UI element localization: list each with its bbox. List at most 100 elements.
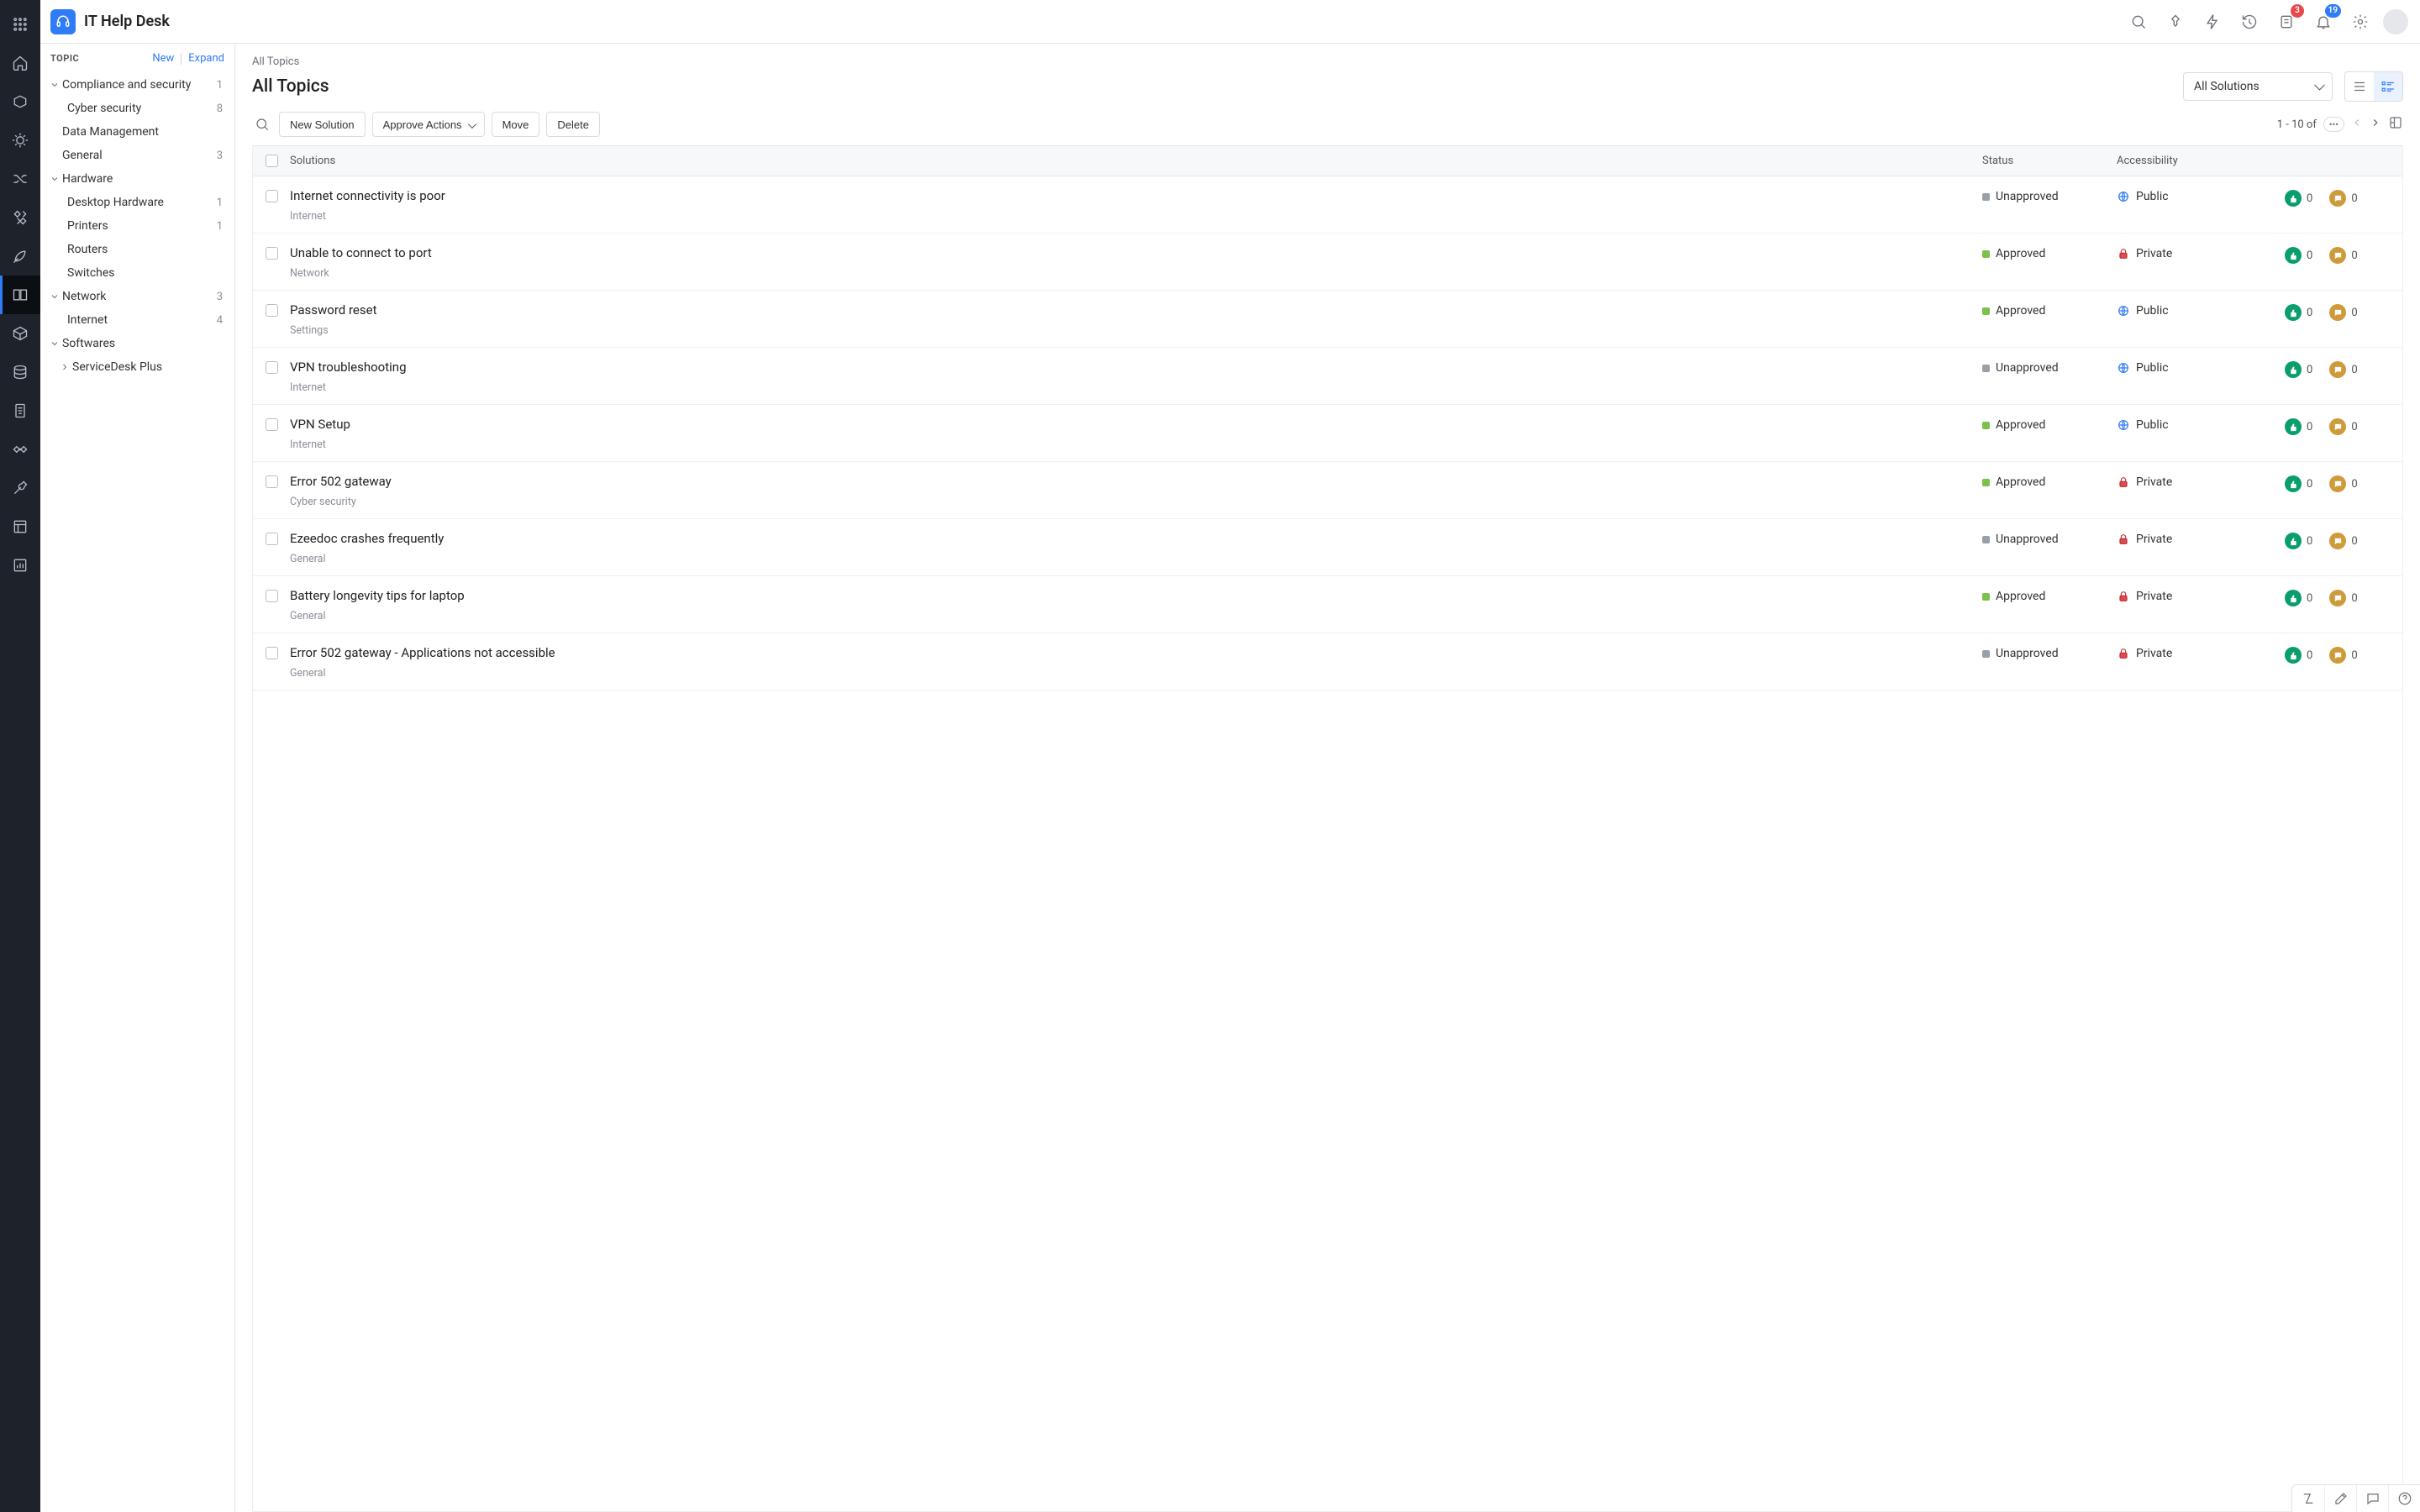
help-icon[interactable] [2388,1485,2420,1512]
table-row[interactable]: Battery longevity tips for laptopGeneral… [253,576,2402,633]
comment-icon [2329,190,2346,207]
pin-icon[interactable] [2161,8,2190,36]
globe-icon [2117,190,2130,203]
topic-tree-item[interactable]: Compliance and security1 [42,73,229,97]
table-row[interactable]: Internet connectivity is poorInternetUna… [253,176,2402,234]
select-all-checkbox[interactable] [266,155,278,167]
topic-tree-item[interactable]: Internet4 [42,308,229,332]
topic-expand-link[interactable]: Expand [188,52,224,65]
breadcrumb[interactable]: All Topics [252,55,2403,68]
topic-tree-item[interactable]: General3 [42,144,229,167]
layout-icon[interactable] [0,507,40,546]
reports-icon[interactable] [0,546,40,585]
topic-tree-item[interactable]: Routers [42,238,229,261]
move-button[interactable]: Move [492,112,540,137]
database-icon[interactable] [0,353,40,391]
row-checkbox[interactable] [266,418,278,431]
chevron-down-icon[interactable] [47,339,62,349]
chevron-down-icon[interactable] [47,80,62,90]
status-label: Approved [1996,418,2045,432]
apps-grid-icon[interactable] [0,5,40,44]
solution-title[interactable]: Unable to connect to port [290,245,1974,260]
row-checkbox[interactable] [266,475,278,488]
topic-tree-item[interactable]: Desktop Hardware1 [42,191,229,214]
receipt-icon[interactable] [0,391,40,430]
status-label: Unapproved [1996,190,2059,203]
table-row[interactable]: Unable to connect to portNetworkApproved… [253,234,2402,291]
topic-tree-item[interactable]: Softwares [42,332,229,355]
row-checkbox[interactable] [266,647,278,659]
delete-button[interactable]: Delete [546,112,600,137]
col-accessibility[interactable]: Accessibility [2117,155,2285,167]
row-checkbox[interactable] [266,247,278,260]
column-settings-icon[interactable] [2388,115,2403,134]
solution-title[interactable]: VPN Setup [290,417,1974,432]
solutions-search-icon[interactable] [252,112,272,137]
topic-new-link[interactable]: New [152,52,174,65]
solution-title[interactable]: Battery longevity tips for laptop [290,588,1974,603]
view-list-icon[interactable] [2345,72,2374,101]
solution-title[interactable]: Ezeedoc crashes frequently [290,531,1974,546]
topic-label: Compliance and security [62,78,212,92]
status-indicator-icon [1982,365,1990,372]
row-checkbox[interactable] [266,304,278,317]
row-checkbox[interactable] [266,190,278,202]
bug-icon[interactable] [0,121,40,160]
history-icon[interactable] [2235,8,2264,36]
table-row[interactable]: Error 502 gateway - Applications not acc… [253,633,2402,690]
settings-gear-icon[interactable] [2346,8,2375,36]
chat-icon[interactable] [2356,1485,2388,1512]
comment-icon [2329,304,2346,321]
user-avatar[interactable] [2383,9,2408,34]
content-area: All Topics All Topics All Solutions [235,44,2420,1512]
solution-title[interactable]: Internet connectivity is poor [290,188,1974,203]
solution-title[interactable]: Error 502 gateway [290,474,1974,489]
home-icon[interactable] [0,44,40,82]
view-detail-icon[interactable] [2374,72,2402,101]
search-icon[interactable] [2124,8,2153,36]
approve-actions-button[interactable]: Approve Actions [372,112,485,137]
topic-tree-item[interactable]: Data Management [42,120,229,144]
table-row[interactable]: Ezeedoc crashes frequentlyGeneralUnappro… [253,519,2402,576]
shuffle-icon[interactable] [0,160,40,198]
row-checkbox[interactable] [266,361,278,374]
topic-tree-item[interactable]: Switches [42,261,229,285]
topic-tree-item[interactable]: Hardware [42,167,229,191]
row-checkbox[interactable] [266,590,278,602]
col-solutions[interactable]: Solutions [290,155,1982,167]
compose-icon[interactable] [2324,1485,2356,1512]
pager-prev-icon [2351,117,2363,132]
ticket-icon[interactable] [0,82,40,121]
solution-title[interactable]: Password reset [290,302,1974,318]
wrench-icon[interactable] [0,469,40,507]
pending-actions-icon[interactable]: 3 [2272,8,2301,36]
filter-select[interactable]: All Solutions [2183,72,2333,101]
solution-title[interactable]: VPN troubleshooting [290,360,1974,375]
pager-next-icon[interactable] [2370,117,2381,132]
chevron-down-icon[interactable] [47,174,62,184]
bolt-icon[interactable] [2198,8,2227,36]
table-row[interactable]: Password resetSettingsApprovedPublic00 [253,291,2402,348]
topic-tree-item[interactable]: Printers1 [42,214,229,238]
integrations-icon[interactable] [0,198,40,237]
notifications-icon[interactable]: 19 [2309,8,2338,36]
handshake-icon[interactable] [0,430,40,469]
solution-title[interactable]: Error 502 gateway - Applications not acc… [290,645,1974,660]
col-status[interactable]: Status [1982,155,2117,167]
topic-tree-item[interactable]: Network3 [42,285,229,308]
chevron-down-icon[interactable] [47,291,62,302]
knowledge-base-icon[interactable] [0,276,40,314]
chevron-right-icon[interactable] [57,362,72,372]
rocket-icon[interactable] [0,237,40,276]
topic-tree-item[interactable]: ServiceDesk Plus [42,355,229,379]
table-row[interactable]: VPN SetupInternetApprovedPublic00 [253,405,2402,462]
new-solution-button[interactable]: New Solution [279,112,366,137]
zia-assist-icon[interactable] [2292,1485,2324,1512]
table-row[interactable]: VPN troubleshootingInternetUnapprovedPub… [253,348,2402,405]
pager-total-button[interactable]: ••• [2323,117,2344,132]
package-icon[interactable] [0,314,40,353]
topic-label: Data Management [62,125,223,139]
topic-tree-item[interactable]: Cyber security8 [42,97,229,120]
table-row[interactable]: Error 502 gatewayCyber securityApprovedP… [253,462,2402,519]
row-checkbox[interactable] [266,533,278,545]
